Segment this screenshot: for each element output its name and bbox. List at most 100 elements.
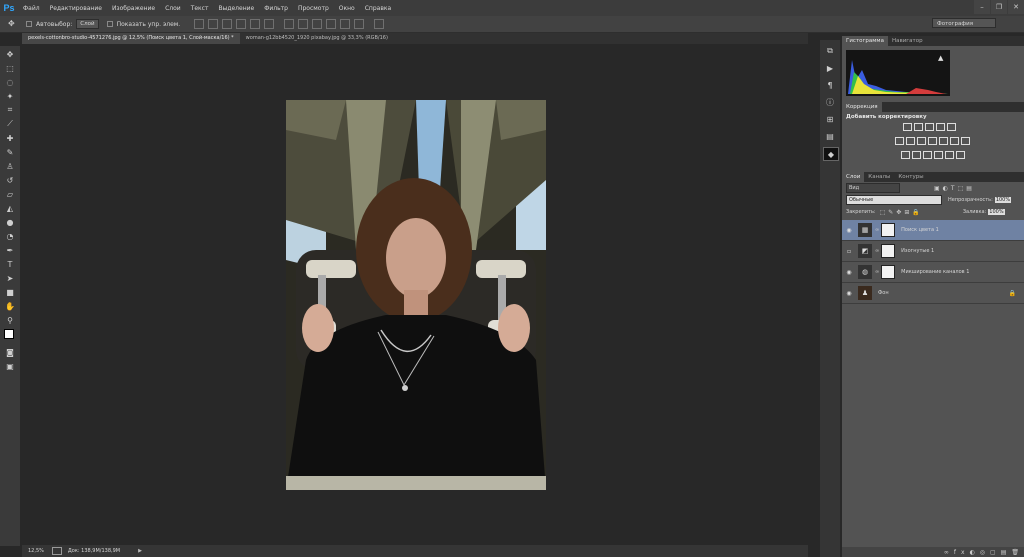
kind-filter-select[interactable]: Вид bbox=[846, 183, 900, 193]
status-arrow-icon[interactable]: ▶ bbox=[138, 548, 142, 554]
layer-name[interactable]: Поиск цвета 1 bbox=[901, 227, 939, 233]
layer-name[interactable]: Микширование каналов 1 bbox=[901, 269, 969, 275]
levels-icon[interactable] bbox=[914, 123, 923, 131]
bw-icon[interactable] bbox=[928, 137, 937, 145]
mask-thumbnail[interactable] bbox=[881, 265, 896, 279]
gradient-map-icon[interactable] bbox=[934, 151, 943, 159]
navigator-thumb-icon[interactable]: ◆ bbox=[823, 147, 839, 161]
lock-icon[interactable]: 🔒 bbox=[1009, 290, 1016, 297]
exposure-icon[interactable] bbox=[936, 123, 945, 131]
move-tool-icon[interactable]: ✥ bbox=[3, 48, 17, 60]
fill-input[interactable]: 100% bbox=[988, 209, 1005, 215]
eye-icon[interactable]: ◉ bbox=[842, 290, 856, 297]
warning-icon[interactable]: ▲ bbox=[938, 54, 943, 62]
layer-name[interactable]: Фон bbox=[878, 290, 889, 296]
channel-mixer-icon[interactable] bbox=[950, 137, 959, 145]
posterize-icon[interactable] bbox=[912, 151, 921, 159]
distribute-bottom-icon[interactable] bbox=[312, 19, 323, 29]
quick-mask-icon[interactable]: ◙ bbox=[3, 346, 17, 358]
tab-layers[interactable]: Слои bbox=[842, 172, 865, 182]
menu-view[interactable]: Просмотр bbox=[293, 5, 334, 12]
align-right-icon[interactable] bbox=[264, 19, 275, 29]
background-thumbnail[interactable]: ♟ bbox=[858, 286, 872, 300]
shape-tool-icon[interactable]: ■ bbox=[3, 286, 17, 298]
workspace-select[interactable]: Фотография bbox=[932, 18, 996, 28]
stamp-tool-icon[interactable]: ♙ bbox=[3, 160, 17, 172]
menu-layers[interactable]: Слои bbox=[160, 5, 186, 12]
document-image[interactable] bbox=[286, 100, 546, 490]
distribute-right-icon[interactable] bbox=[354, 19, 365, 29]
foreground-color-icon[interactable] bbox=[4, 329, 14, 339]
actions-play-icon[interactable]: ▶ bbox=[823, 62, 837, 74]
marquee-tool-icon[interactable]: ⬚ bbox=[3, 62, 17, 74]
close-button[interactable]: ✕ bbox=[1008, 0, 1024, 14]
align-hcenter-icon[interactable] bbox=[250, 19, 261, 29]
threshold-icon[interactable] bbox=[923, 151, 932, 159]
opacity-input[interactable]: 100% bbox=[994, 197, 1012, 203]
eraser-tool-icon[interactable]: ▱ bbox=[3, 188, 17, 200]
healing-brush-icon[interactable]: ✚ bbox=[3, 132, 17, 144]
eye-icon[interactable]: ◉ bbox=[842, 227, 856, 234]
properties-icon[interactable]: ⊞ bbox=[823, 113, 837, 125]
distribute-hcenter-icon[interactable] bbox=[340, 19, 351, 29]
magic-wand-icon[interactable]: ✦ bbox=[3, 90, 17, 102]
history-brush-icon[interactable]: ↺ bbox=[3, 174, 17, 186]
eye-icon[interactable]: ◉ bbox=[842, 269, 856, 276]
menu-file[interactable]: Файл bbox=[18, 5, 45, 12]
layer-row[interactable]: ◉ ◍ ∞ Микширование каналов 1 bbox=[842, 262, 1024, 283]
tab-paths[interactable]: Контуры bbox=[894, 172, 927, 182]
tab-channels[interactable]: Каналы bbox=[864, 172, 894, 182]
bucket-tool-icon[interactable]: ◭ bbox=[3, 202, 17, 214]
pen-tool-icon[interactable]: ✒ bbox=[3, 244, 17, 256]
mask-thumbnail[interactable] bbox=[881, 223, 896, 237]
vibrance-icon[interactable] bbox=[895, 137, 904, 145]
shadows-icon[interactable] bbox=[956, 151, 965, 159]
align-bottom-icon[interactable] bbox=[222, 19, 233, 29]
tab-document-1[interactable]: pexels-cottonbro-studio-4571276.jpg @ 12… bbox=[22, 33, 240, 44]
dodge-tool-icon[interactable]: ◔ bbox=[3, 230, 17, 242]
eyedropper-icon[interactable]: ⟋ bbox=[3, 118, 17, 130]
autoselect-checkbox[interactable] bbox=[26, 21, 32, 27]
invert-icon[interactable] bbox=[901, 151, 910, 159]
tab-document-2[interactable]: woman-g12bb4520_1920 pixabay.jpg @ 33,3%… bbox=[240, 33, 394, 44]
menu-window[interactable]: Окно bbox=[334, 5, 360, 12]
distribute-vcenter-icon[interactable] bbox=[298, 19, 309, 29]
blend-mode-select[interactable]: Обычные bbox=[846, 195, 942, 205]
path-select-icon[interactable]: ➤ bbox=[3, 272, 17, 284]
show-controls-checkbox[interactable] bbox=[106, 21, 113, 27]
history-icon[interactable]: ⧉ bbox=[823, 45, 837, 57]
type-tool-icon[interactable]: T bbox=[3, 258, 17, 270]
info-icon[interactable]: ⓘ bbox=[823, 96, 837, 108]
paragraph-icon[interactable]: ¶ bbox=[823, 79, 837, 91]
auto-align-icon[interactable] bbox=[374, 19, 385, 29]
mask-thumbnail[interactable] bbox=[881, 244, 896, 258]
minimize-button[interactable]: – bbox=[974, 0, 990, 14]
menu-select[interactable]: Выделение bbox=[213, 5, 259, 12]
blur-tool-icon[interactable]: ● bbox=[3, 216, 17, 228]
menu-edit[interactable]: Редактирование bbox=[45, 5, 107, 12]
align-vcenter-icon[interactable] bbox=[208, 19, 219, 29]
brush-tool-icon[interactable]: ✎ bbox=[3, 146, 17, 158]
layer-name[interactable]: Изогнутые 1 bbox=[901, 248, 934, 254]
hue-sat-icon[interactable] bbox=[906, 137, 915, 145]
layer-row[interactable]: ◉ ♟ Фон 🔒 bbox=[842, 283, 1024, 304]
layer-row[interactable]: ▫ ◩ ∞ Изогнутые 1 bbox=[842, 241, 1024, 262]
selective-color-icon[interactable] bbox=[945, 151, 954, 159]
align-top-icon[interactable] bbox=[194, 19, 205, 29]
lasso-tool-icon[interactable]: ◌ bbox=[3, 76, 17, 88]
filter-icons[interactable]: ▣◐T⬚▤ bbox=[934, 185, 975, 192]
photo-filter-icon[interactable] bbox=[939, 137, 948, 145]
menu-filter[interactable]: Фильтр bbox=[259, 5, 293, 12]
menu-image[interactable]: Изображение bbox=[107, 5, 160, 12]
layers-footer-icons[interactable]: ∞fx◐◎▢▤🗑 bbox=[944, 549, 1024, 556]
curves-icon[interactable] bbox=[925, 123, 934, 131]
tab-navigator[interactable]: Навигатор bbox=[888, 36, 927, 46]
distribute-top-icon[interactable] bbox=[284, 19, 295, 29]
tab-corrections[interactable]: Коррекция bbox=[842, 102, 882, 112]
zoom-level[interactable]: 12,5% bbox=[28, 548, 44, 554]
brush-presets-icon[interactable]: ▤ bbox=[823, 130, 837, 142]
color-lookup-icon[interactable] bbox=[961, 137, 970, 145]
eye-icon[interactable]: ▫ bbox=[842, 248, 856, 255]
gradient-icon[interactable] bbox=[947, 123, 956, 131]
move-tool-icon[interactable]: ✥ bbox=[8, 19, 18, 29]
